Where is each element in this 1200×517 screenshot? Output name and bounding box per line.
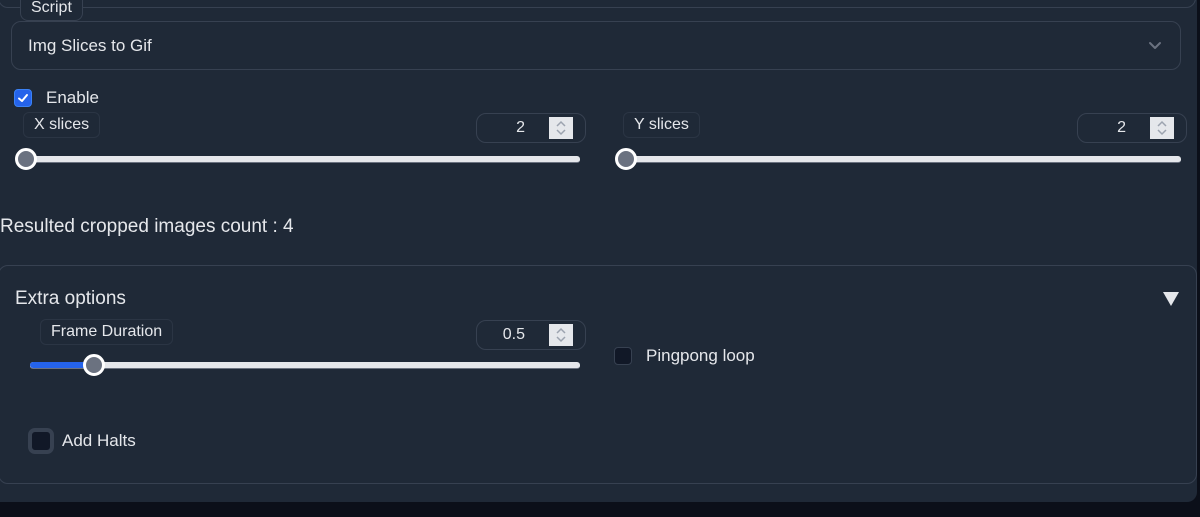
extra-options-title[interactable]: Extra options (15, 288, 126, 310)
x-slices-label: X slices (23, 112, 101, 138)
spinner-up-down-icon (556, 120, 566, 136)
chevron-down-icon (1149, 42, 1161, 49)
frame-duration-slider-thumb[interactable] (83, 354, 106, 376)
enable-checkbox-row[interactable]: Enable (14, 88, 99, 108)
add-halts-checkbox-row[interactable]: Add Halts (28, 428, 136, 454)
triangle-down-icon[interactable] (1162, 291, 1180, 307)
x-slices-spinner[interactable] (549, 117, 573, 139)
spinner-up-down-icon (556, 327, 566, 343)
result-count-text: Resulted cropped images count : 4 (0, 216, 294, 237)
extra-options-accordion (0, 265, 1197, 484)
pingpong-loop-label: Pingpong loop (646, 346, 755, 365)
add-halts-label: Add Halts (62, 431, 136, 450)
enable-label: Enable (46, 88, 99, 107)
add-halts-checkbox[interactable] (28, 428, 54, 454)
y-slices-value[interactable] (1076, 119, 1126, 137)
x-slices-number-input[interactable] (475, 113, 586, 143)
y-slices-label: Y slices (623, 112, 700, 138)
y-slices-slider-thumb[interactable] (615, 148, 637, 170)
y-slices-spinner[interactable] (1150, 117, 1174, 139)
frame-duration-label: Frame Duration (40, 319, 174, 345)
x-slices-slider[interactable] (15, 148, 580, 170)
y-slices-slider[interactable] (615, 148, 1181, 170)
x-slices-value[interactable] (475, 119, 525, 137)
frame-duration-spinner[interactable] (549, 324, 573, 346)
frame-duration-slider[interactable] (30, 354, 580, 376)
spinner-up-down-icon (1157, 120, 1167, 136)
script-label: Script (20, 0, 83, 21)
checkmark-icon (18, 94, 28, 102)
enable-checkbox[interactable] (14, 89, 32, 107)
frame-duration-number-input[interactable] (475, 320, 586, 350)
y-slices-number-input[interactable] (1076, 113, 1187, 143)
script-dropdown[interactable]: Img Slices to Gif (11, 21, 1181, 70)
frame-duration-value[interactable] (475, 326, 525, 344)
script-dropdown-value: Img Slices to Gif (28, 36, 152, 55)
pingpong-loop-checkbox-row[interactable]: Pingpong loop (614, 346, 755, 366)
pingpong-loop-checkbox[interactable] (614, 347, 632, 365)
script-block-top-border (0, 0, 1196, 8)
x-slices-slider-thumb[interactable] (15, 148, 37, 170)
